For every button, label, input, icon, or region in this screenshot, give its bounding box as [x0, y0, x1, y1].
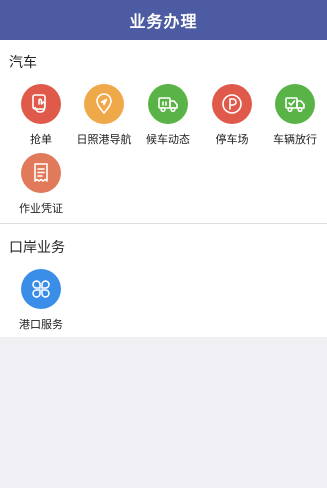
parking-lot-button[interactable]: 停车场 [200, 82, 264, 148]
location-pin-icon [84, 84, 124, 124]
port-service-label: 港口服务 [19, 318, 63, 331]
parking-icon [212, 84, 252, 124]
section-divider [0, 223, 327, 224]
work-certificate-label: 作业凭证 [19, 202, 63, 215]
truck-release-icon [275, 84, 315, 124]
grab-order-button[interactable]: 抢单 [9, 82, 73, 148]
grab-order-label: 抢单 [30, 133, 52, 146]
truck-icon [148, 84, 188, 124]
page-title: 业务办理 [129, 12, 198, 31]
receipt-icon [21, 153, 61, 193]
vehicle-release-button[interactable]: 车辆放行 [263, 82, 327, 148]
work-certificate-button[interactable]: 作业凭证 [9, 151, 73, 217]
app-header: 业务办理 [0, 0, 327, 40]
hand-tap-icon [21, 84, 61, 124]
waiting-status-label: 候车动态 [146, 133, 190, 146]
vehicle-release-label: 车辆放行 [273, 133, 317, 146]
business-panel: 汽车 抢单 日照港导航 候车动态 停车场 车辆放行 作业凭证 口岸业务 港口服务 [0, 40, 327, 337]
rizhao-port-navigation-label: 日照港导航 [76, 133, 132, 146]
port-service-button[interactable]: 港口服务 [9, 267, 73, 333]
clover-grid-icon [21, 269, 61, 309]
section-title-car: 汽车 [9, 55, 37, 71]
parking-lot-label: 停车场 [215, 133, 249, 146]
rizhao-port-navigation-button[interactable]: 日照港导航 [72, 82, 136, 148]
section-title-port-business: 口岸业务 [9, 240, 65, 256]
waiting-status-button[interactable]: 候车动态 [136, 82, 200, 148]
